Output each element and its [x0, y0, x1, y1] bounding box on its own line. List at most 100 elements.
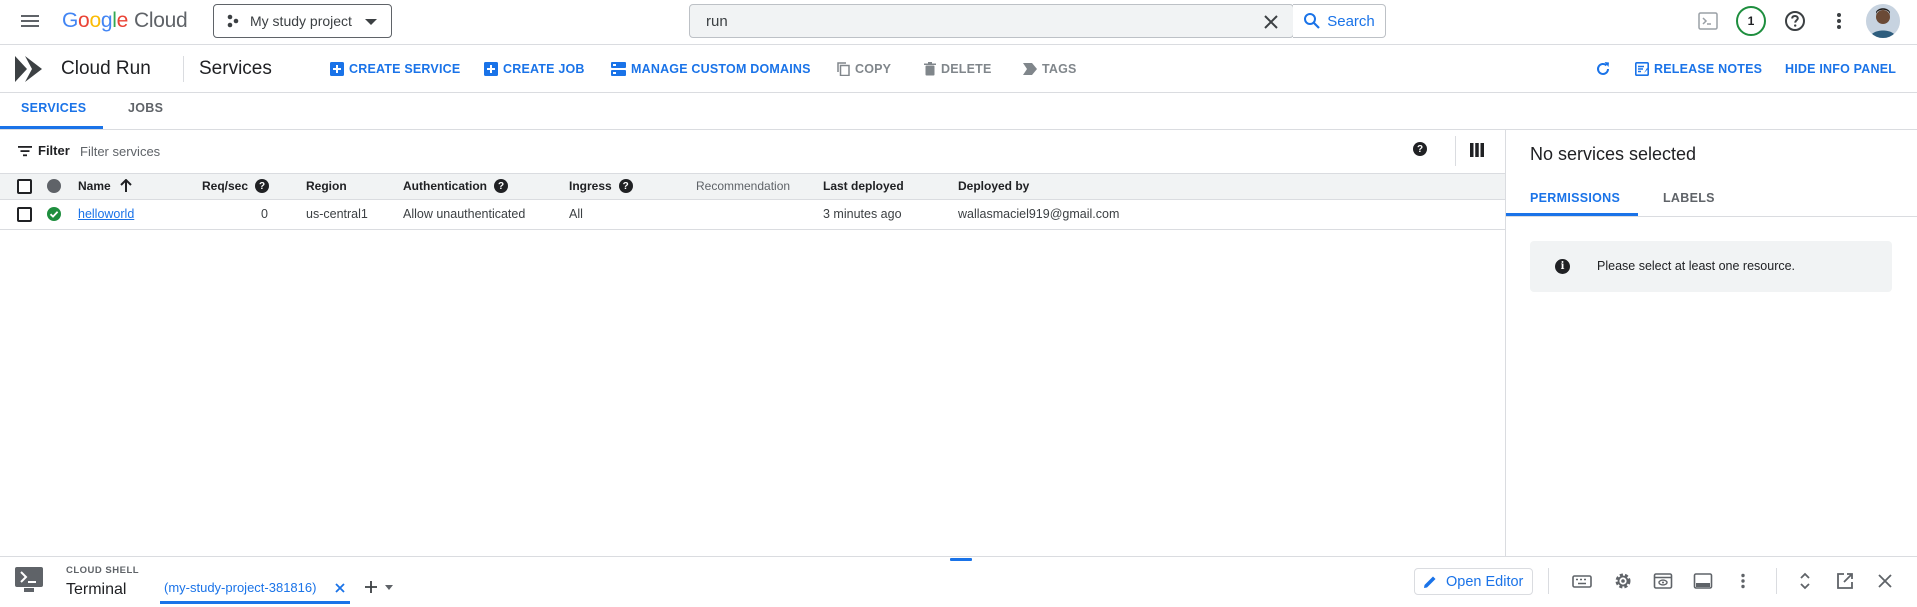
chevron-down-icon — [365, 19, 377, 25]
page-title: Services — [199, 58, 272, 79]
add-box-icon — [330, 62, 344, 76]
tab-labels[interactable]: LABELS — [1663, 191, 1715, 205]
close-tab-icon[interactable] — [334, 582, 346, 594]
tab-permissions[interactable]: PERMISSIONS — [1530, 191, 1620, 205]
column-display-icon[interactable] — [1470, 143, 1484, 157]
cloud-shell-kicker: CLOUD SHELL — [66, 565, 140, 576]
google-cloud-logo[interactable]: Go o g l e Cloud — [62, 9, 188, 33]
main-menu-icon[interactable] — [18, 9, 42, 33]
search-button[interactable]: Search — [1293, 4, 1386, 38]
info-message-box: i Please select at least one resource. — [1530, 241, 1892, 292]
terminal-tab-indicator — [160, 601, 350, 604]
sort-arrow-up-icon — [119, 179, 132, 192]
cell-last-deployed: 3 minutes ago — [823, 207, 902, 221]
project-name: My study project — [250, 13, 352, 29]
delete-button[interactable]: DELETE — [924, 61, 992, 77]
project-picker[interactable]: My study project — [213, 4, 392, 38]
refresh-icon — [1597, 62, 1609, 75]
cloud-shell-title: Terminal — [66, 581, 127, 598]
column-header-deployed-by[interactable]: Deployed by — [958, 179, 1029, 193]
cloud-shell-icon[interactable] — [1696, 9, 1720, 33]
keyboard-icon[interactable] — [1572, 571, 1592, 591]
filter-icon[interactable] — [17, 143, 33, 159]
toolbar-divider — [1455, 136, 1456, 166]
row-checkbox[interactable] — [17, 207, 32, 222]
help-icon[interactable]: ? — [618, 179, 633, 193]
column-header-req-sec[interactable]: Req/sec? — [202, 179, 270, 193]
clear-icon[interactable] — [1262, 13, 1280, 31]
add-box-icon — [484, 62, 498, 76]
info-panel-divider — [1505, 130, 1506, 556]
cell-region: us-central1 — [306, 207, 368, 221]
terminal-icon — [14, 566, 44, 594]
expand-collapse-icon[interactable] — [1795, 571, 1815, 591]
column-header-ingress[interactable]: Ingress? — [569, 179, 633, 193]
terminal-tab[interactable]: (my-study-project-381816) — [164, 580, 316, 595]
add-tab-icon[interactable] — [363, 579, 379, 595]
release-notes-button[interactable]: RELEASE NOTES — [1635, 61, 1762, 77]
hide-info-panel-button[interactable]: HIDE INFO PANEL — [1785, 61, 1896, 77]
shell-toolbar-divider — [1548, 568, 1549, 594]
column-header-region[interactable]: Region — [306, 179, 347, 193]
copy-button[interactable]: COPY — [837, 61, 891, 77]
create-job-button[interactable]: CREATE JOB — [484, 61, 585, 77]
open-editor-button[interactable]: Open Editor — [1414, 568, 1533, 595]
product-name: Cloud Run — [61, 58, 151, 79]
column-header-recommendation[interactable]: Recommendation — [696, 179, 790, 193]
top-bar: GoogleCloud My study project Search 1 — [0, 0, 1917, 42]
column-header-name[interactable]: Name — [78, 179, 132, 193]
cell-authentication: Allow unauthenticated — [403, 207, 526, 221]
help-icon[interactable] — [1783, 9, 1807, 33]
avatar[interactable] — [1866, 4, 1900, 38]
table-help-icon[interactable]: ? — [1413, 142, 1427, 156]
shell-toolbar-divider — [1776, 568, 1777, 594]
info-panel-title: No services selected — [1530, 144, 1697, 164]
pencil-icon — [1424, 576, 1436, 588]
more-vert-icon[interactable] — [1827, 9, 1851, 33]
search-icon — [1304, 13, 1321, 29]
more-vert-icon[interactable] — [1733, 571, 1753, 591]
status-ok-icon — [47, 207, 61, 221]
domains-icon — [611, 62, 626, 76]
info-tabs-divider — [1506, 216, 1917, 217]
project-icon — [227, 14, 239, 28]
row-divider — [0, 229, 1505, 230]
tab-jobs[interactable]: JOBS — [128, 101, 163, 115]
copy-icon — [837, 62, 850, 76]
close-icon[interactable] — [1875, 571, 1895, 591]
info-icon: i — [1555, 259, 1570, 274]
help-icon[interactable]: ? — [494, 179, 508, 193]
service-name-link[interactable]: helloworld — [78, 207, 134, 221]
filter-input[interactable] — [80, 139, 480, 163]
status-header-icon — [47, 179, 61, 193]
cell-deployed-by: wallasmaciel919@gmail.com — [958, 207, 1120, 221]
column-header-last-deployed[interactable]: Last deployed — [823, 179, 904, 193]
topbar-divider — [0, 44, 1917, 45]
cell-req-sec: 0 — [261, 207, 268, 221]
panel-layout-icon[interactable] — [1693, 571, 1713, 591]
select-all-checkbox[interactable] — [17, 179, 32, 194]
cloud-run-logo — [12, 52, 46, 86]
cell-ingress: All — [569, 207, 583, 221]
tags-button[interactable]: TAGS — [1023, 61, 1077, 77]
web-preview-icon[interactable] — [1653, 571, 1673, 591]
create-service-button[interactable]: CREATE SERVICE — [330, 61, 460, 77]
search-input[interactable] — [690, 5, 1260, 37]
header-divider — [183, 56, 184, 82]
settings-gear-icon[interactable] — [1613, 571, 1633, 591]
resize-handle[interactable] — [950, 558, 972, 561]
tab-services[interactable]: SERVICES — [21, 101, 86, 115]
refresh-button[interactable] — [1595, 61, 1616, 77]
manage-custom-domains-button[interactable]: MANAGE CUSTOM DOMAINS — [611, 61, 811, 77]
header-bottom-divider — [0, 92, 1917, 93]
tag-icon — [1023, 63, 1037, 75]
filter-label[interactable]: Filter — [38, 143, 70, 158]
open-in-new-window-icon[interactable] — [1835, 571, 1855, 591]
help-icon[interactable]: ? — [255, 179, 270, 193]
release-notes-icon — [1635, 62, 1649, 76]
notifications-badge[interactable]: 1 — [1736, 6, 1766, 36]
search-box — [689, 4, 1294, 38]
chevron-down-icon[interactable] — [385, 585, 393, 590]
info-message: Please select at least one resource. — [1597, 259, 1796, 273]
column-header-authentication[interactable]: Authentication? — [403, 179, 508, 193]
